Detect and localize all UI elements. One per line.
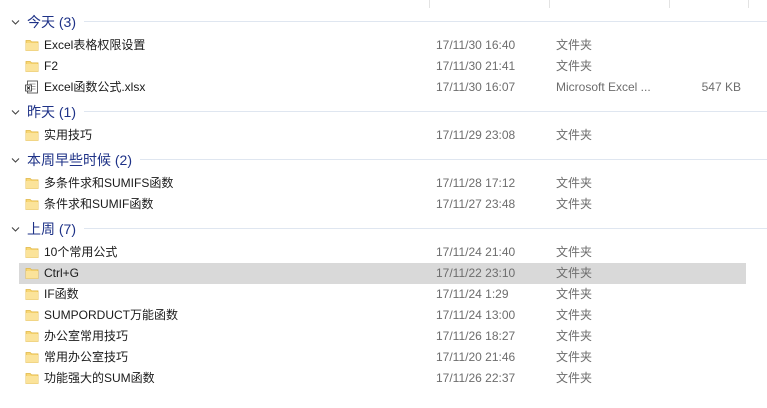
file-type: 文件夹 [556,176,593,190]
file-row[interactable]: Excel函数公式.xlsx 17/11/30 16:07 Microsoft Ex… [0,77,767,98]
folder-icon [25,38,39,52]
file-type: 文件夹 [556,245,593,259]
file-type: Microsoft Excel ... [556,80,651,94]
file-row[interactable]: 办公室常用技巧 17/11/26 18:27 文件夹 [0,326,767,347]
group-divider [84,21,767,22]
group-divider [84,111,767,112]
file-name: F2 [44,59,59,73]
file-type: 文件夹 [556,197,593,211]
chevron-down-icon[interactable] [11,16,20,25]
file-date: 17/11/26 22:37 [436,371,516,385]
file-row[interactable]: SUMPORDUCT万能函数 17/11/24 13:00 文件夹 [0,305,767,326]
file-date: 17/11/27 23:48 [436,197,516,211]
file-date: 17/11/30 21:41 [436,59,516,73]
file-row[interactable]: 10个常用公式 17/11/24 21:40 文件夹 [0,242,767,263]
file-date: 17/11/26 18:27 [436,329,516,343]
file-row[interactable]: Ctrl+G 17/11/22 23:10 文件夹 [0,263,767,284]
folder-icon [25,266,39,280]
folder-icon [25,371,39,385]
group-title: 本周早些时候 (2) [27,151,132,168]
file-row[interactable]: Excel表格权限设置 17/11/30 16:40 文件夹 [0,35,767,56]
file-name: 功能强大的SUM函数 [44,371,155,385]
chevron-down-icon[interactable] [11,223,20,232]
group-divider [84,228,767,229]
file-name: 多条件求和SUMIFS函数 [44,176,174,190]
column-divider[interactable] [429,0,430,8]
folder-icon [25,197,39,211]
group-title: 上周 (7) [27,220,76,237]
file-list: 今天 (3) Excel表格权限设置 17/11/30 16:40 文件夹 F2 17/1… [0,8,767,389]
group-title: 今天 (3) [27,13,76,30]
file-type: 文件夹 [556,329,593,343]
file-name: IF函数 [44,287,79,301]
column-divider[interactable] [748,0,749,8]
column-header-strip [0,0,767,8]
column-divider[interactable] [549,0,550,8]
file-name: 条件求和SUMIF函数 [44,197,154,211]
file-row[interactable]: 实用技巧 17/11/29 23:08 文件夹 [0,125,767,146]
folder-icon [25,287,39,301]
column-divider[interactable] [669,0,670,8]
group-divider [140,159,767,160]
file-date: 17/11/30 16:40 [436,38,516,52]
file-row[interactable]: 功能强大的SUM函数 17/11/26 22:37 文件夹 [0,368,767,389]
folder-icon [25,329,39,343]
file-date: 17/11/30 16:07 [436,80,516,94]
file-name: 办公室常用技巧 [44,329,129,343]
folder-icon [25,245,39,259]
file-name: Ctrl+G [44,266,80,280]
file-row[interactable]: 多条件求和SUMIFS函数 17/11/28 17:12 文件夹 [0,173,767,194]
file-type: 文件夹 [556,266,593,280]
file-row[interactable]: 条件求和SUMIF函数 17/11/27 23:48 文件夹 [0,194,767,215]
file-date: 17/11/24 1:29 [436,287,509,301]
file-type: 文件夹 [556,308,593,322]
file-name: SUMPORDUCT万能函数 [44,308,178,322]
file-row[interactable]: 常用办公室技巧 17/11/20 21:46 文件夹 [0,347,767,368]
file-name: 10个常用公式 [44,245,118,259]
chevron-down-icon[interactable] [11,154,20,163]
file-date: 17/11/28 17:12 [436,176,516,190]
group-header[interactable]: 本周早些时候 (2) [0,146,767,173]
folder-icon [25,350,39,364]
group-title: 昨天 (1) [27,103,76,120]
file-row[interactable]: IF函数 17/11/24 1:29 文件夹 [0,284,767,305]
file-row[interactable]: F2 17/11/30 21:41 文件夹 [0,56,767,77]
file-date: 17/11/24 21:40 [436,245,516,259]
folder-icon [25,176,39,190]
file-name: 常用办公室技巧 [44,350,129,364]
file-type: 文件夹 [556,350,593,364]
folder-icon [25,128,39,142]
group-header[interactable]: 上周 (7) [0,215,767,242]
group-header[interactable]: 昨天 (1) [0,98,767,125]
file-date: 17/11/29 23:08 [436,128,516,142]
excel-file-icon [25,80,39,94]
file-name: 实用技巧 [44,128,93,142]
file-name: Excel表格权限设置 [44,38,146,52]
group-header[interactable]: 今天 (3) [0,8,767,35]
file-date: 17/11/24 13:00 [436,308,516,322]
file-type: 文件夹 [556,128,593,142]
file-name: Excel函数公式.xlsx [44,80,146,94]
file-type: 文件夹 [556,287,593,301]
file-type: 文件夹 [556,59,593,73]
file-size: 547 KB [701,80,741,94]
file-date: 17/11/22 23:10 [436,266,516,280]
folder-icon [25,308,39,322]
file-date: 17/11/20 21:46 [436,350,516,364]
file-type: 文件夹 [556,371,593,385]
file-type: 文件夹 [556,38,593,52]
selection-highlight [19,263,746,284]
chevron-down-icon[interactable] [11,106,20,115]
folder-icon [25,59,39,73]
